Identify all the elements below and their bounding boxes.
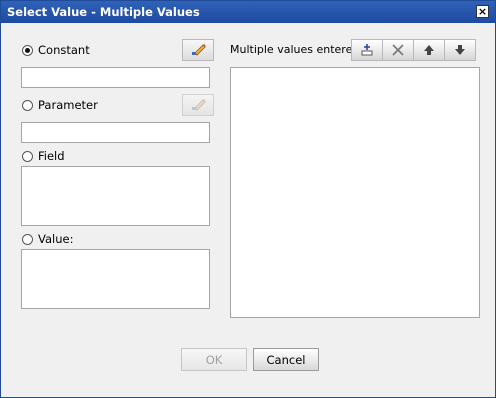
- field-label: Field: [38, 149, 65, 163]
- parameter-edit-button[interactable]: [182, 94, 214, 116]
- multiple-values-label: Multiple values entered: [230, 43, 360, 56]
- close-button[interactable]: ×: [476, 5, 489, 18]
- move-down-icon: [455, 45, 465, 55]
- move-up-button[interactable]: [413, 39, 445, 61]
- constant-input[interactable]: [21, 67, 210, 88]
- constant-edit-button[interactable]: [182, 39, 214, 61]
- parameter-input[interactable]: [21, 122, 210, 143]
- field-radio[interactable]: [22, 150, 33, 162]
- constant-radio[interactable]: [22, 44, 33, 56]
- parameter-radio[interactable]: [22, 99, 33, 111]
- title-bar: Select Value - Multiple Values ×: [1, 1, 495, 23]
- delete-value-button[interactable]: [382, 39, 414, 61]
- value-option[interactable]: Value:: [22, 232, 73, 246]
- field-option[interactable]: Field: [22, 149, 65, 163]
- dialog-title: Select Value - Multiple Values: [7, 5, 200, 19]
- field-list[interactable]: [21, 166, 210, 226]
- ok-button[interactable]: OK: [181, 348, 247, 371]
- pencil-icon: [192, 99, 206, 111]
- select-value-dialog: Select Value - Multiple Values × Constan…: [0, 0, 496, 398]
- add-icon: [361, 44, 373, 56]
- value-radio[interactable]: [22, 233, 33, 245]
- move-up-icon: [424, 45, 434, 55]
- parameter-label: Parameter: [38, 98, 98, 112]
- parameter-option[interactable]: Parameter: [22, 98, 98, 112]
- constant-option[interactable]: Constant: [22, 43, 90, 57]
- add-value-button[interactable]: [351, 39, 383, 61]
- move-down-button[interactable]: [444, 39, 476, 61]
- value-list[interactable]: [21, 249, 210, 309]
- multiple-values-list[interactable]: [230, 67, 480, 318]
- constant-label: Constant: [38, 43, 90, 57]
- value-label: Value:: [38, 232, 74, 246]
- pencil-icon: [192, 44, 206, 56]
- delete-icon: [392, 44, 404, 56]
- values-toolbar: [351, 39, 476, 61]
- cancel-button[interactable]: Cancel: [253, 348, 319, 371]
